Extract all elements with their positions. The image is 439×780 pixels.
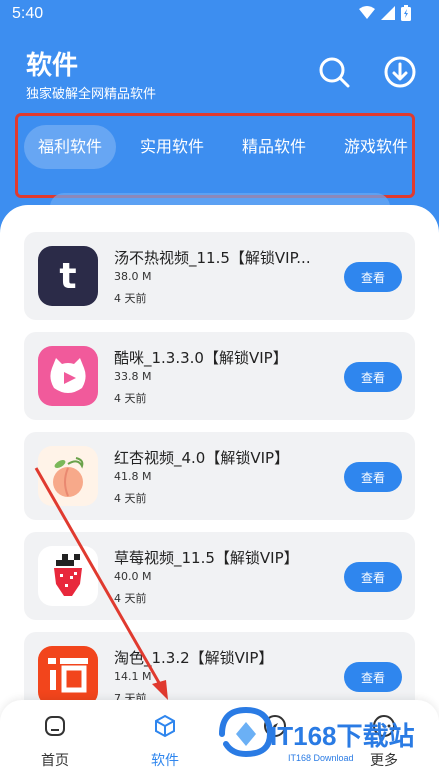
app-name: 草莓视频_11.5【解锁VIP】 <box>114 549 299 567</box>
cube-icon <box>155 714 175 738</box>
home-icon <box>45 716 65 736</box>
app-size: 14.1 M <box>114 670 152 683</box>
nav-home[interactable]: 首页 <box>15 712 95 770</box>
page-title: 软件 <box>26 51 79 81</box>
app-list: t 汤不热视频_11.5【解锁VIP... 38.0 M 4 天前 查看 酷咪_… <box>24 232 415 732</box>
app-time: 4 天前 <box>114 592 147 605</box>
app-name: 淘色_1.3.2【解锁VIP】 <box>114 649 274 667</box>
nav-software-label: 软件 <box>151 753 179 769</box>
status-icons <box>359 5 411 21</box>
search-button[interactable] <box>316 54 352 90</box>
status-bar: 5:40 <box>0 0 439 30</box>
view-button[interactable]: 查看 <box>344 362 402 392</box>
list-item[interactable]: 草莓视频_11.5【解锁VIP】 40.0 M 4 天前 查看 <box>24 532 415 620</box>
download-button[interactable] <box>382 54 418 90</box>
list-item[interactable]: t 汤不热视频_11.5【解锁VIP... 38.0 M 4 天前 查看 <box>24 232 415 320</box>
watermark-text: IT168下载站 <box>270 721 415 751</box>
peach-icon <box>38 446 98 506</box>
annotation-highlight-frame <box>15 113 415 198</box>
status-time: 5:40 <box>12 5 44 22</box>
signal-icon <box>381 6 395 20</box>
watermark-subtext: IT168 Download <box>288 753 354 763</box>
app-name: 酷咪_1.3.3.0【解锁VIP】 <box>114 349 288 367</box>
wifi-icon <box>359 6 375 19</box>
app-time: 4 天前 <box>114 492 147 505</box>
strawberry-icon <box>38 546 98 606</box>
tumblr-t-icon: t <box>38 246 98 306</box>
app-size: 41.8 M <box>114 470 152 483</box>
list-item[interactable]: 红杏视频_4.0【解锁VIP】 41.8 M 4 天前 查看 <box>24 432 415 520</box>
app-size: 40.0 M <box>114 570 152 583</box>
view-button[interactable]: 查看 <box>344 262 402 292</box>
view-button[interactable]: 查看 <box>344 562 402 592</box>
app-name: 红杏视频_4.0【解锁VIP】 <box>114 449 290 467</box>
cat-play-icon <box>38 346 98 406</box>
app-name: 汤不热视频_11.5【解锁VIP... <box>114 249 311 267</box>
app-time: 4 天前 <box>114 292 147 305</box>
view-button[interactable]: 查看 <box>344 462 402 492</box>
nav-home-label: 首页 <box>41 753 69 769</box>
download-icon <box>384 56 416 88</box>
app-size: 38.0 M <box>114 270 152 283</box>
nav-software[interactable]: 软件 <box>125 712 205 770</box>
watermark: IT168下载站 IT168 Download <box>218 698 438 768</box>
app-time: 4 天前 <box>114 392 147 405</box>
watermark-logo-icon <box>219 706 274 758</box>
svg-text:t: t <box>59 256 76 297</box>
tao-icon <box>38 646 98 706</box>
page-subtitle: 独家破解全网精品软件 <box>26 87 157 102</box>
view-button[interactable]: 查看 <box>344 662 402 692</box>
battery-icon <box>401 5 411 21</box>
tab-more-category[interactable]: 稀 <box>432 125 439 169</box>
app-size: 33.8 M <box>114 370 152 383</box>
list-item[interactable]: 酷咪_1.3.3.0【解锁VIP】 33.8 M 4 天前 查看 <box>24 332 415 420</box>
search-icon <box>319 57 350 88</box>
